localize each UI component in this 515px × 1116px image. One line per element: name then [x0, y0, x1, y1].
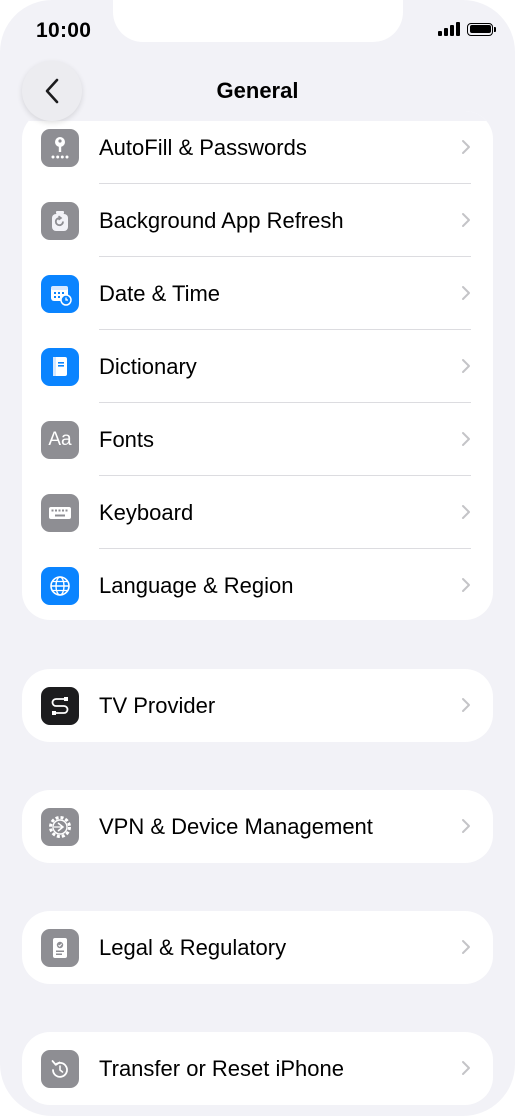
row-label: Date & Time — [99, 280, 221, 306]
settings-group-legal: Legal & Regulatory — [22, 911, 493, 984]
row-fonts[interactable]: Aa Fonts — [22, 403, 493, 476]
row-label: Dictionary — [99, 353, 197, 379]
dynamic-notch — [113, 0, 403, 42]
settings-group-vpn: VPN & Device Management — [22, 790, 493, 863]
row-tv-provider[interactable]: TV Provider — [22, 669, 493, 742]
chevron-right-icon — [462, 698, 470, 712]
gear-icon — [41, 808, 79, 846]
row-legal-regulatory[interactable]: Legal & Regulatory — [22, 911, 493, 984]
status-time: 10:00 — [36, 19, 92, 42]
row-label: AutoFill & Passwords — [99, 134, 307, 160]
chevron-right-icon — [462, 940, 470, 954]
row-background-app-refresh[interactable]: Background App Refresh — [22, 184, 493, 257]
row-label: Background App Refresh — [99, 207, 344, 233]
row-autofill-passwords[interactable]: AutoFill & Passwords — [22, 111, 493, 184]
status-icons — [438, 22, 496, 36]
calendar-clock-icon — [41, 275, 79, 313]
row-date-time[interactable]: Date & Time — [22, 257, 493, 330]
chevron-right-icon — [462, 819, 470, 833]
settings-group-reset: Transfer or Reset iPhone — [22, 1032, 493, 1105]
keyboard-icon — [41, 494, 79, 532]
globe-icon — [41, 567, 79, 605]
phone-screen: 10:00 General AutoFill & Passwords Backg… — [0, 0, 515, 1116]
settings-group-general: AutoFill & Passwords Background App Refr… — [22, 111, 493, 620]
row-label: Keyboard — [99, 499, 194, 525]
row-label: Fonts — [99, 426, 155, 452]
reset-icon — [41, 1050, 79, 1088]
chevron-right-icon — [462, 286, 470, 300]
refresh-icon — [41, 202, 79, 240]
battery-icon — [467, 22, 496, 36]
row-vpn-device-management[interactable]: VPN & Device Management — [22, 790, 493, 863]
chevron-right-icon — [462, 359, 470, 373]
fonts-icon-glyph: Aa — [48, 429, 72, 450]
chevron-right-icon — [462, 578, 470, 592]
row-label: TV Provider — [99, 692, 216, 718]
fonts-icon: Aa — [41, 421, 79, 459]
tv-provider-icon — [41, 687, 79, 725]
row-label: Language & Region — [99, 572, 294, 598]
document-badge-icon — [41, 929, 79, 967]
page-title: General — [216, 78, 299, 103]
row-label: VPN & Device Management — [99, 813, 373, 839]
chevron-right-icon — [462, 505, 470, 519]
chevron-right-icon — [462, 213, 470, 227]
row-language-region[interactable]: Language & Region — [22, 549, 493, 620]
cellular-signal-icon — [438, 22, 460, 36]
settings-group-tv-provider: TV Provider — [22, 669, 493, 742]
row-transfer-reset[interactable]: Transfer or Reset iPhone — [22, 1032, 493, 1105]
key-icon — [41, 129, 79, 167]
row-label: Transfer or Reset iPhone — [99, 1055, 344, 1081]
chevron-right-icon — [462, 140, 470, 154]
row-keyboard[interactable]: Keyboard — [22, 476, 493, 549]
book-icon — [41, 348, 79, 386]
chevron-right-icon — [462, 1061, 470, 1075]
chevron-right-icon — [462, 432, 470, 446]
row-dictionary[interactable]: Dictionary — [22, 330, 493, 403]
row-label: Legal & Regulatory — [99, 934, 287, 960]
